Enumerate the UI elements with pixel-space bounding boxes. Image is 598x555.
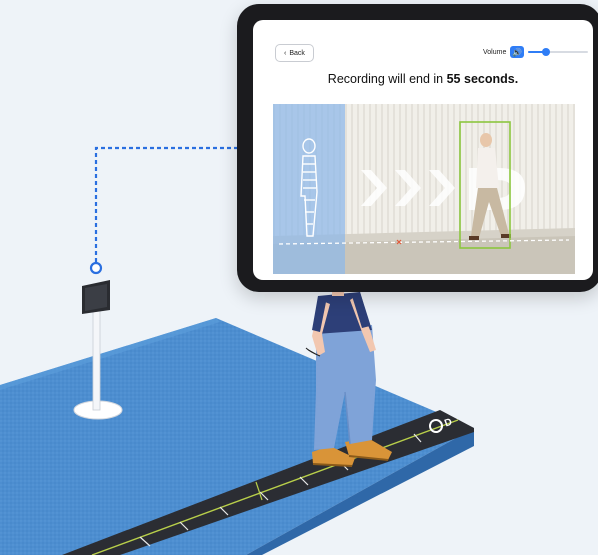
camera-feed-image [273,104,575,274]
recording-message: Recording will end in 55 seconds. [253,72,593,86]
speaker-icon[interactable]: 🔊 [510,46,525,58]
camera-feed [273,104,575,274]
volume-control: Volume 🔊 [483,46,589,58]
tablet-screen: ‹ Back Volume 🔊 Recording will end in 55… [253,20,593,280]
chevron-left-icon: ‹ [284,49,287,57]
volume-slider[interactable] [528,46,589,58]
back-button-label: Back [289,49,305,57]
connector-line [94,146,246,262]
silhouette-zone [273,104,345,274]
back-button[interactable]: ‹ Back [275,44,314,62]
tablet-device: ‹ Back Volume 🔊 Recording will end in 55… [237,4,598,292]
connector-endpoint [89,261,103,275]
recording-message-prefix: Recording will end in [327,72,447,86]
volume-label: Volume [483,48,507,56]
recording-countdown: 55 seconds. [446,72,519,86]
volume-slider-thumb[interactable] [542,48,551,56]
scene: D ‹ Back Volume 🔊 Recording will end in … [0,0,598,555]
